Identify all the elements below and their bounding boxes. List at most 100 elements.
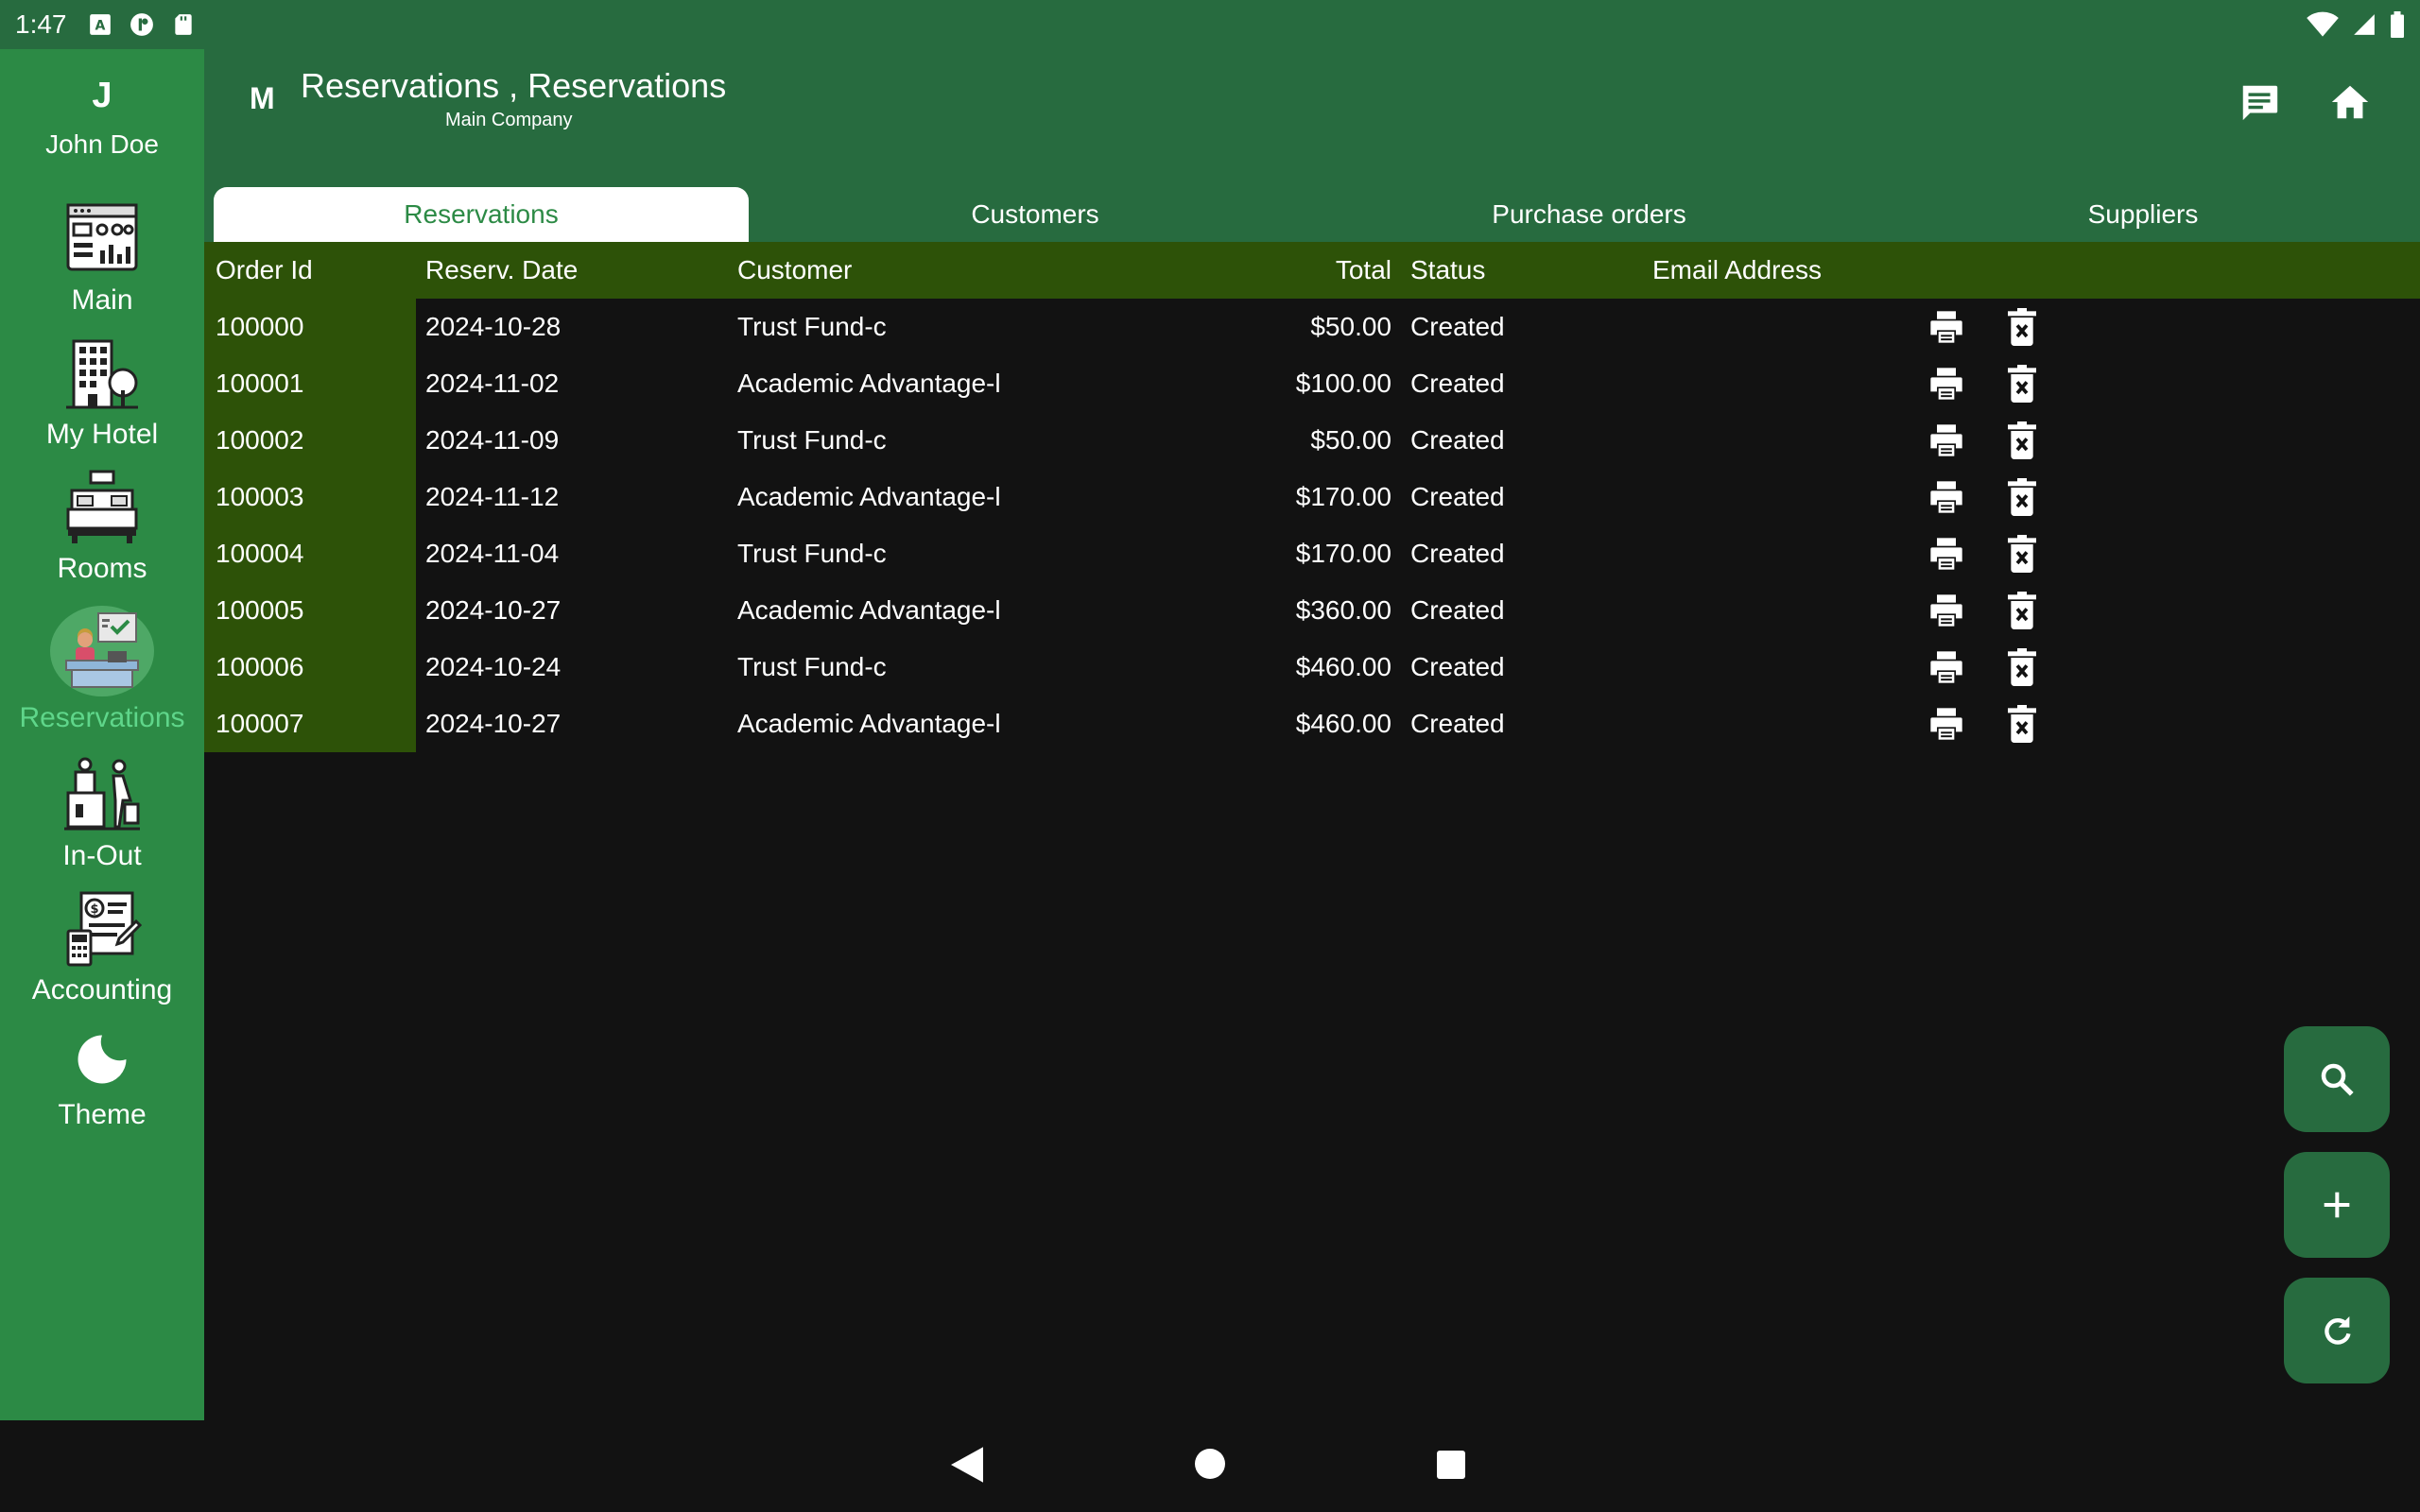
table-body: 100000 2024-10-28 Trust Fund-c $50.00 Create… bbox=[204, 299, 2420, 752]
print-button[interactable] bbox=[1927, 307, 1966, 347]
sidebar-item-label: Theme bbox=[58, 1099, 147, 1130]
cell-status: Created bbox=[1410, 425, 1505, 455]
cell-total: $170.00 bbox=[1295, 482, 1392, 511]
table-row[interactable]: 100002 2024-11-09 Trust Fund-c $50.00 Create… bbox=[204, 412, 2420, 469]
print-icon bbox=[1930, 424, 1962, 456]
cell-order-id: 100002 bbox=[204, 412, 416, 469]
accounting-icon: $ bbox=[66, 891, 142, 967]
delete-icon bbox=[2008, 421, 2036, 459]
table-row[interactable]: 100004 2024-11-04 Trust Fund-c $170.00 Creat… bbox=[204, 525, 2420, 582]
column-header-total[interactable]: Total bbox=[1189, 255, 1392, 285]
cell-total: $360.00 bbox=[1295, 595, 1392, 625]
table-row[interactable]: 100005 2024-10-27 Academic Advantage-l $360… bbox=[204, 582, 2420, 639]
cell-order-id: 100004 bbox=[204, 525, 416, 582]
chat-button[interactable] bbox=[2233, 76, 2286, 129]
search-icon bbox=[2321, 1063, 2354, 1096]
print-icon bbox=[1930, 708, 1962, 740]
sidebar-item-accounting[interactable]: $ Accounting bbox=[0, 889, 204, 1006]
delete-button[interactable] bbox=[2002, 591, 2042, 630]
cell-date: 2024-10-27 bbox=[425, 709, 562, 738]
print-button[interactable] bbox=[1927, 364, 1966, 404]
table-row[interactable]: 100006 2024-10-24 Trust Fund-c $460.00 Creat… bbox=[204, 639, 2420, 696]
column-header-date[interactable]: Reserv. Date bbox=[416, 255, 726, 285]
cell-order-id: 100006 bbox=[204, 639, 416, 696]
print-button[interactable] bbox=[1927, 591, 1966, 630]
sidebar: J John Doe Main My Hotel Rooms Reservati… bbox=[0, 49, 204, 1420]
cell-date: 2024-11-09 bbox=[425, 425, 560, 455]
print-button[interactable] bbox=[1927, 534, 1966, 574]
delete-button[interactable] bbox=[2002, 704, 2042, 744]
row-actions bbox=[1927, 477, 2042, 517]
delete-button[interactable] bbox=[2002, 421, 2042, 460]
home-button[interactable] bbox=[2324, 76, 2377, 129]
company-initial[interactable]: M bbox=[250, 81, 275, 116]
cell-customer: Trust Fund-c bbox=[737, 539, 887, 568]
delete-button[interactable] bbox=[2002, 534, 2042, 574]
row-actions bbox=[1927, 591, 2042, 630]
row-actions bbox=[1927, 704, 2042, 744]
cell-customer: Trust Fund-c bbox=[737, 312, 887, 341]
delete-button[interactable] bbox=[2002, 364, 2042, 404]
sidebar-item-label: Reservations bbox=[19, 702, 185, 733]
tab-reservations[interactable]: Reservations bbox=[214, 187, 749, 242]
tab-suppliers[interactable]: Suppliers bbox=[1876, 187, 2411, 242]
sidebar-item-label: In-Out bbox=[62, 840, 142, 871]
chat-icon bbox=[2242, 85, 2278, 121]
table-row[interactable]: 100003 2024-11-12 Academic Advantage-l $170… bbox=[204, 469, 2420, 525]
refresh-fab[interactable] bbox=[2284, 1278, 2390, 1383]
print-icon bbox=[1930, 594, 1962, 627]
sidebar-item-my-hotel[interactable]: My Hotel bbox=[0, 334, 204, 451]
add-fab[interactable] bbox=[2284, 1152, 2390, 1258]
column-header-status[interactable]: Status bbox=[1392, 255, 1652, 285]
print-button[interactable] bbox=[1927, 421, 1966, 460]
cell-status: Created bbox=[1410, 709, 1505, 738]
print-button[interactable] bbox=[1927, 704, 1966, 744]
table-row[interactable]: 100007 2024-10-27 Academic Advantage-l $460… bbox=[204, 696, 2420, 752]
cell-customer: Trust Fund-c bbox=[737, 652, 887, 681]
recents-icon[interactable] bbox=[1437, 1451, 1465, 1479]
row-actions bbox=[1927, 364, 2042, 404]
cell-status: Created bbox=[1410, 312, 1505, 341]
delete-button[interactable] bbox=[2002, 307, 2042, 347]
cell-status: Created bbox=[1410, 539, 1505, 568]
theme-toggle[interactable]: Theme bbox=[0, 1027, 204, 1131]
sidebar-item-main[interactable]: Main bbox=[0, 199, 204, 317]
user-name[interactable]: John Doe bbox=[45, 126, 159, 163]
keyboard-a-icon: A bbox=[89, 14, 111, 35]
cell-customer: Academic Advantage-l bbox=[737, 482, 1001, 511]
back-icon[interactable] bbox=[951, 1447, 983, 1483]
cell-signal-icon bbox=[2354, 14, 2375, 35]
sidebar-item-in-out[interactable]: In-Out bbox=[0, 755, 204, 872]
cell-date: 2024-10-27 bbox=[425, 595, 562, 625]
column-header-email[interactable]: Email Address bbox=[1652, 255, 1917, 285]
delete-button[interactable] bbox=[2002, 477, 2042, 517]
tab-customers[interactable]: Customers bbox=[768, 187, 1303, 242]
battery-icon bbox=[2391, 11, 2404, 38]
search-fab[interactable] bbox=[2284, 1026, 2390, 1132]
row-actions bbox=[1927, 647, 2042, 687]
sidebar-item-reservations[interactable]: Reservations bbox=[0, 606, 204, 734]
delete-button[interactable] bbox=[2002, 647, 2042, 687]
home-nav-icon[interactable] bbox=[1195, 1449, 1225, 1479]
cell-total: $460.00 bbox=[1295, 709, 1392, 738]
column-header-customer[interactable]: Customer bbox=[726, 255, 1189, 285]
print-button[interactable] bbox=[1927, 477, 1966, 517]
sidebar-item-label: Accounting bbox=[31, 974, 173, 1005]
print-button[interactable] bbox=[1927, 647, 1966, 687]
print-icon bbox=[1930, 651, 1962, 683]
column-header-order-id[interactable]: Order Id bbox=[204, 242, 416, 299]
tab-purchase-orders[interactable]: Purchase orders bbox=[1322, 187, 1857, 242]
delete-icon bbox=[2008, 365, 2036, 403]
check-in-out-icon bbox=[64, 757, 140, 831]
sidebar-item-label: Rooms bbox=[57, 553, 147, 584]
reservations-table: Order Id Reserv. Date Customer Total Sta… bbox=[204, 242, 2420, 752]
moon-icon bbox=[78, 1035, 127, 1084]
cell-date: 2024-11-02 bbox=[425, 369, 560, 398]
delete-icon bbox=[2008, 592, 2036, 629]
table-row[interactable]: 100001 2024-11-02 Academic Advantage-l $100… bbox=[204, 355, 2420, 412]
table-row[interactable]: 100000 2024-10-28 Trust Fund-c $50.00 Create… bbox=[204, 299, 2420, 355]
sidebar-item-rooms[interactable]: Rooms bbox=[0, 468, 204, 585]
delete-icon bbox=[2008, 308, 2036, 346]
delete-icon bbox=[2008, 705, 2036, 743]
cell-customer: Academic Advantage-l bbox=[737, 595, 1001, 625]
